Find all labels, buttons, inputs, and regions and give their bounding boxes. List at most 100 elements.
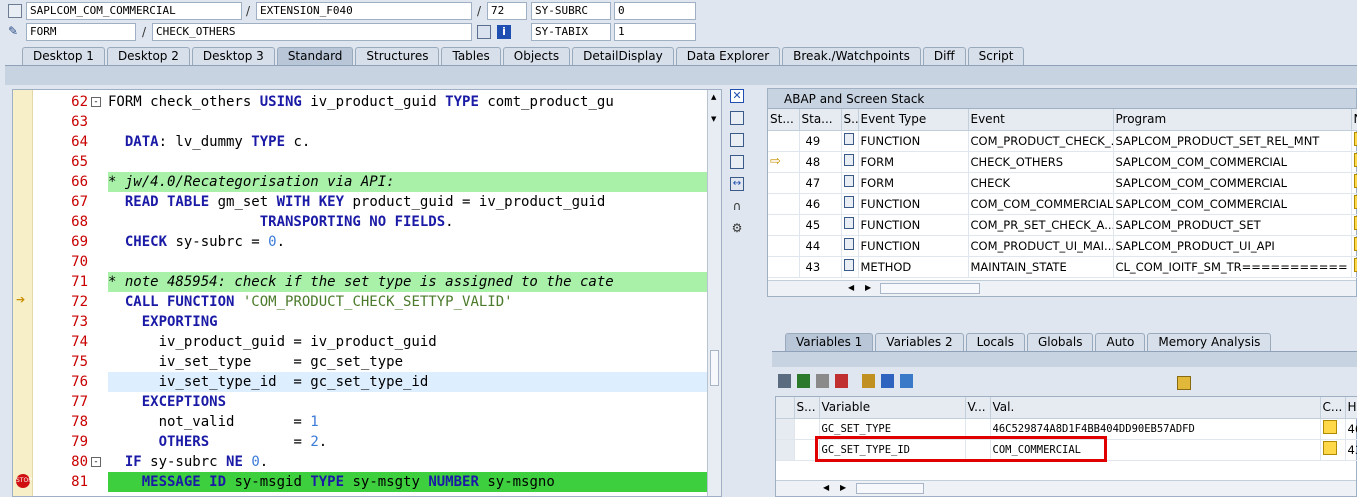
pencil-icon[interactable] [1322,420,1337,434]
scroll-thumb[interactable] [856,483,924,494]
code-line[interactable]: 69 CHECK sy-subrc = 0. [33,232,707,252]
tab-desktop-3[interactable]: Desktop 3 [191,47,275,65]
stack-edit-cell[interactable] [1351,130,1357,152]
stack-horizontal-scrollbar[interactable]: ◀ ▶ [768,280,1356,296]
swap-icon[interactable]: ↔ [730,177,744,191]
stack-row[interactable]: 49 FUNCTION COM_PRODUCT_CHECK_... SAPLCOM_P… [768,130,1357,152]
stack-edit-cell[interactable] [1351,235,1357,257]
scroll-right-icon[interactable]: ▶ [840,483,846,492]
variables-column-header[interactable]: C... [1320,397,1346,419]
stack-row[interactable]: 46 FUNCTIONCOM_COM_COMMERCIAL_...SAPLCOM_… [768,193,1357,215]
code-line[interactable]: 73 EXPORTING [33,312,707,332]
stack-row[interactable]: 44 FUNCTION COM_PRODUCT_UI_MAI... SAPLCOM_P… [768,235,1357,257]
stack-edit-cell[interactable] [1351,172,1357,194]
code-line[interactable]: 77 EXCEPTIONS [33,392,707,412]
pencil-icon[interactable] [1353,237,1357,251]
code-line[interactable]: 67 READ TABLE gm_set WITH KEY product_gu… [33,192,707,212]
include-field[interactable]: EXTENSION_F040 [256,2,472,20]
stack-row[interactable]: 45 FUNCTION COM_PR_SET_CHECK_A... SAPLCOM_P… [768,214,1357,236]
code-line[interactable]: 75 iv_set_type = gc_set_type [33,352,707,372]
code-line[interactable]: 76 iv_set_type_id = gc_set_type_id [33,372,707,392]
row-selector[interactable] [776,439,795,461]
scroll-up-icon[interactable]: ▲ [711,93,716,101]
code-line[interactable]: 78 not_valid = 1 [33,412,707,432]
pencil-icon[interactable] [1322,441,1337,455]
stack-edit-cell[interactable] [1351,193,1357,215]
code-line[interactable]: 68 TRANSPORTING NO FIELDS. [33,212,707,232]
pencil-icon[interactable] [1353,174,1357,188]
stack-row[interactable]: ⇨ 48 FORM CHECK_OTHERS SAPLCOM_COM_COMMERCIA… [768,151,1357,173]
close-icon[interactable]: ✕ [730,89,744,103]
scroll-thumb[interactable] [710,350,719,386]
row-selector[interactable] [776,418,795,440]
code-line[interactable]: 71 * note 485954: check if the set type i… [33,272,707,292]
stack-row[interactable]: 47 FORM CHECK SAPLCOM_COM_COMMERCIAL [768,172,1357,194]
tab-standard[interactable]: Standard [276,47,354,65]
new-window-icon[interactable] [730,111,744,125]
stack-edit-cell[interactable] [1351,214,1357,236]
stack-column-header[interactable]: St... [768,109,800,131]
info-icon[interactable]: i [497,25,511,39]
pencil-icon[interactable] [1353,216,1357,230]
code-line[interactable]: 80- IF sy-subrc NE 0. [33,452,707,472]
delete-icon[interactable] [778,374,791,388]
window-icon[interactable] [900,374,913,388]
event-field[interactable]: CHECK_OTHERS [152,23,472,41]
jump-icon[interactable] [881,374,894,388]
pencil-icon[interactable] [1353,258,1357,272]
pencil-icon[interactable] [1353,195,1357,209]
tab-detaildisplay[interactable]: DetailDisplay [572,47,674,65]
stop-icon[interactable]: STOP [16,474,32,488]
scroll-left-icon[interactable]: ◀ [848,283,854,292]
load-variables-icon[interactable] [816,374,829,388]
scroll-left-icon[interactable]: ◀ [823,483,829,492]
code-line[interactable]: 62- FORM check_others USING iv_product_gu… [33,92,707,112]
variable-change-cell[interactable] [1320,418,1346,440]
code-line[interactable]: 64 DATA: lv_dummy TYPE c. [33,132,707,152]
variables-column-header[interactable]: He [1345,397,1357,419]
headset-icon[interactable]: ∩ [730,199,744,213]
stack-column-header[interactable]: Program [1113,109,1352,131]
fold-toggle-icon[interactable]: - [91,457,101,467]
stack-row[interactable]: 43 METHOD MAINTAIN_STATE CL_COM_IOITF_SM_TR… [768,256,1357,278]
stack-edit-cell[interactable] [1351,151,1357,173]
scroll-right-icon[interactable]: ▶ [865,283,871,292]
tab-structures[interactable]: Structures [355,47,440,65]
tab-data-explorer[interactable]: Data Explorer [675,47,781,65]
event-type-field[interactable]: FORM [26,23,136,41]
pencil-icon[interactable] [1353,132,1357,146]
tab-variables-1[interactable]: Variables 1 [785,333,874,351]
pencil-icon[interactable] [1353,153,1357,167]
variables-column-header[interactable]: Val. [990,397,1321,419]
tree-icon[interactable] [862,374,875,388]
fold-toggle-icon[interactable]: - [91,97,101,107]
stack-column-header[interactable]: N [1351,109,1357,131]
code-line[interactable]: 81 MESSAGE ID sy-msgid TYPE sy-msgty NUM… [33,472,707,492]
tab-diff[interactable]: Diff [922,47,966,65]
source-editor[interactable]: ➔ STOP 62- FORM check_others USING iv_pro… [12,89,722,497]
editor-vertical-scrollbar[interactable]: ▲ ▼ [707,90,721,496]
maximize-icon[interactable] [730,155,744,169]
line-field[interactable]: 72 [487,2,527,20]
tools-icon[interactable]: ⚙ [730,221,744,235]
tab-objects[interactable]: Objects [502,47,571,65]
scroll-down-icon[interactable]: ▼ [711,115,716,123]
code-line[interactable]: 72 CALL FUNCTION 'COM_PRODUCT_CHECK_SETT… [33,292,707,312]
code-line[interactable]: 65 [33,152,707,172]
save-variables-icon[interactable] [797,374,810,388]
tab-desktop-1[interactable]: Desktop 1 [22,47,105,65]
code-line[interactable]: 63 [33,112,707,132]
code-line[interactable]: 74 iv_product_guid = iv_product_guid [33,332,707,352]
variables-column-header[interactable]: V... [965,397,991,419]
tab-variables-2[interactable]: Variables 2 [875,333,964,351]
variables-column-header[interactable]: S... [794,397,820,419]
tab-globals[interactable]: Globals [1026,333,1094,351]
split-icon[interactable] [730,133,744,147]
stack-edit-cell[interactable] [1351,256,1357,278]
variable-change-cell[interactable] [1320,439,1346,461]
stack-column-header[interactable]: S... [841,109,859,131]
export-icon[interactable] [835,374,848,388]
tab-locals[interactable]: Locals [965,333,1025,351]
tab-tables[interactable]: Tables [441,47,501,65]
tab-break-watchpoints[interactable]: Break./Watchpoints [782,47,921,65]
